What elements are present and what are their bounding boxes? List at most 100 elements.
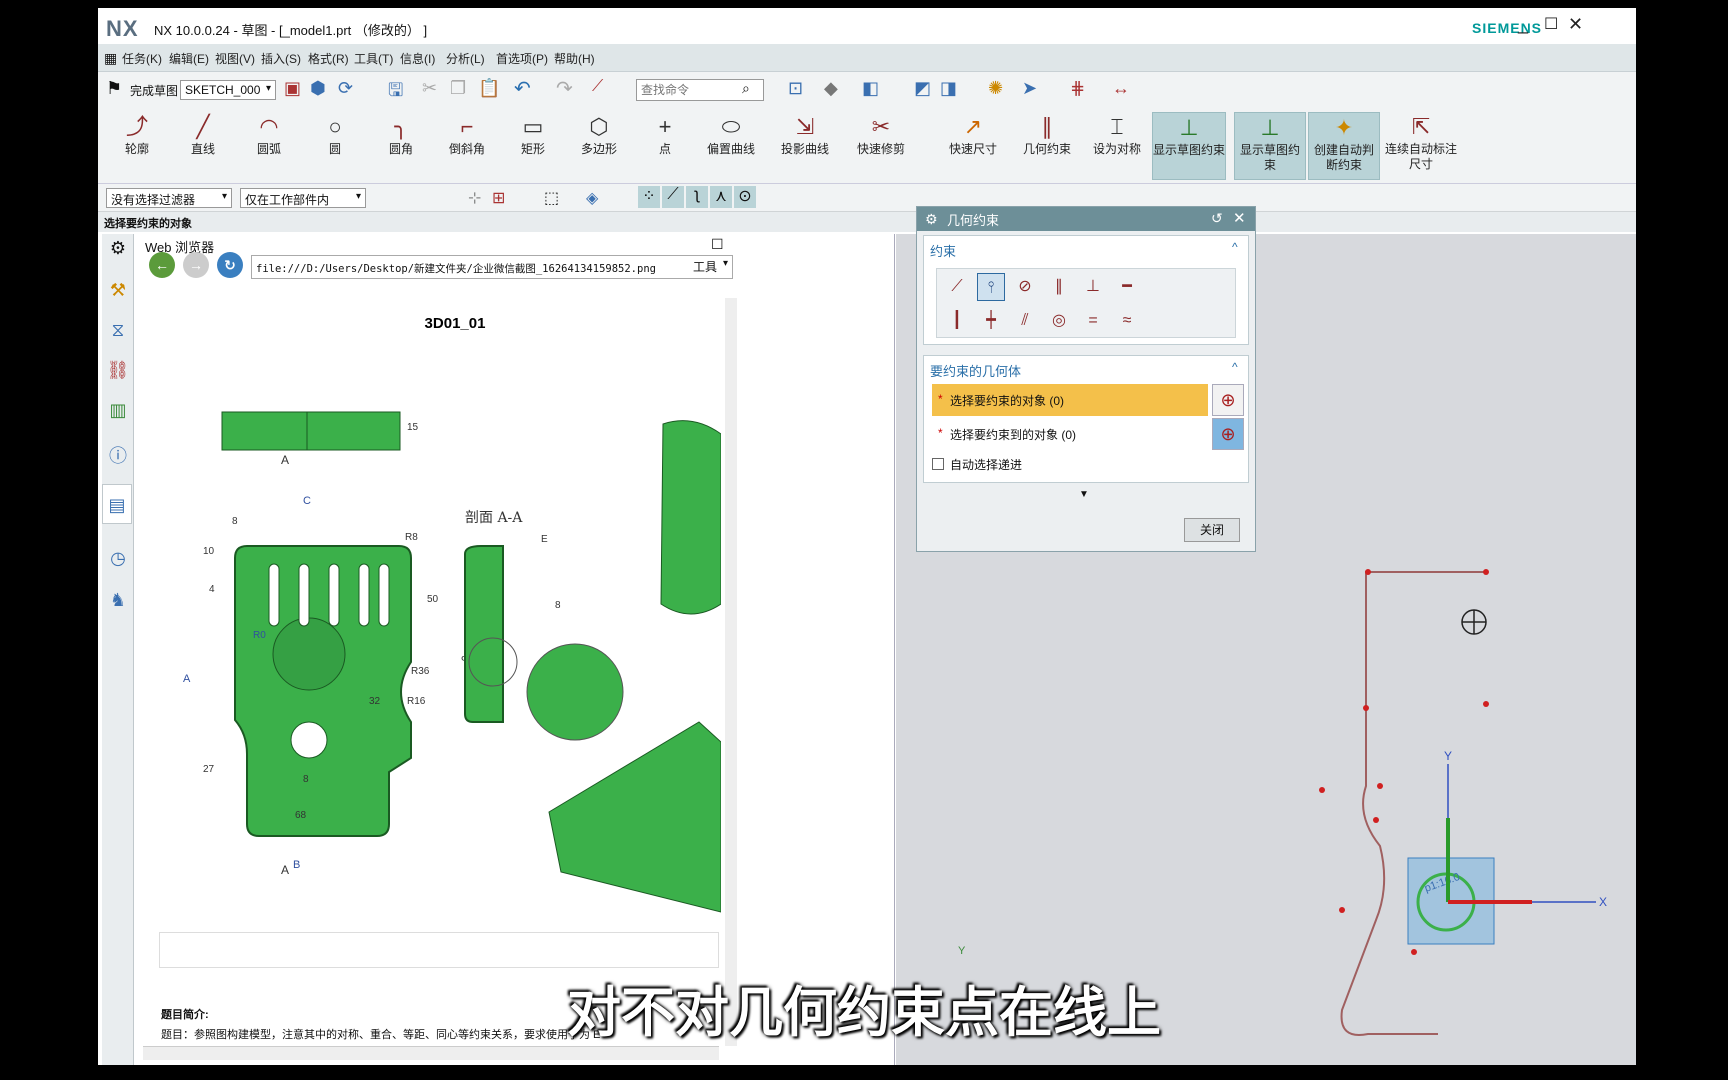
- make-symmetric-button[interactable]: ⌶ 设为对称: [1082, 112, 1152, 180]
- point-on-curve-constraint-icon[interactable]: ⫯: [977, 273, 1005, 301]
- intersection-icon[interactable]: ⋏: [710, 186, 732, 208]
- menu-tools[interactable]: 工具(T): [354, 50, 393, 67]
- geometry-section-header[interactable]: 要约束的几何体: [924, 356, 1248, 385]
- section-view-icon[interactable]: ◩: [914, 78, 931, 99]
- menu-view[interactable]: 视图(V): [215, 50, 255, 67]
- menu-edit[interactable]: 编辑(E): [169, 50, 209, 67]
- dialog-reset-icon[interactable]: ↺: [1211, 210, 1223, 227]
- expand-more-icon[interactable]: ▼: [1079, 489, 1089, 500]
- line-button[interactable]: ╱ 直线: [168, 112, 238, 180]
- forward-button[interactable]: →: [183, 252, 209, 278]
- collapse-constraint-icon[interactable]: ^: [1232, 240, 1238, 254]
- select-target-crosshair-icon[interactable]: ⊕: [1212, 418, 1244, 450]
- web-browser-icon[interactable]: ▤: [102, 484, 132, 524]
- concentric-constraint-icon[interactable]: ◎: [1045, 307, 1073, 335]
- geometric-constraint-button[interactable]: ∥ 几何约束: [1012, 112, 1082, 180]
- select-target-row[interactable]: * 选择要约束到的对象 (0): [932, 418, 1208, 450]
- sketch-name-select[interactable]: SKETCH_000: [180, 80, 276, 100]
- fit-view-icon[interactable]: ⊡: [788, 78, 803, 99]
- search-icon[interactable]: ⌕: [742, 80, 750, 97]
- minimize-button[interactable]: _: [1518, 14, 1528, 35]
- dialog-close-button[interactable]: 关闭: [1184, 518, 1240, 542]
- measure-icon[interactable]: ↔: [1112, 78, 1130, 99]
- chamfer-button[interactable]: ⌐ 倒斜角: [432, 112, 502, 180]
- selection-scope-select[interactable]: 仅在工作部件内: [240, 188, 366, 208]
- tangent-constraint-icon[interactable]: ⊘: [1011, 273, 1039, 301]
- history-icon[interactable]: ◷: [106, 546, 130, 570]
- update-icon[interactable]: ⟳: [338, 78, 353, 99]
- menu-analysis[interactable]: 分析(L): [446, 50, 485, 67]
- circle-button[interactable]: ○ 圆: [300, 112, 370, 180]
- rapid-dimension-button[interactable]: ↗ 快速尺寸: [938, 112, 1008, 180]
- collinear-constraint-icon[interactable]: ⫽: [1011, 307, 1039, 335]
- perpendicular-constraint-icon[interactable]: ⊥: [1079, 273, 1107, 301]
- equal-length-constraint-icon[interactable]: =: [1079, 307, 1107, 335]
- save-icon[interactable]: 🖫: [388, 78, 403, 108]
- reuse-library-icon[interactable]: ▥: [106, 398, 130, 422]
- undo-icon[interactable]: ↶: [514, 76, 531, 101]
- profile-button[interactable]: ⤴ 轮廓: [102, 112, 172, 180]
- fillet-button[interactable]: ╮ 圆角: [366, 112, 436, 180]
- menu-help[interactable]: 帮助(H): [554, 50, 595, 67]
- finish-sketch-flag-icon[interactable]: ⚑: [106, 78, 122, 99]
- create-inferred-constraints-button[interactable]: ✦ 创建自动判断约束: [1308, 112, 1380, 180]
- refresh-button[interactable]: ↻: [217, 252, 243, 278]
- menu-task[interactable]: 任务(K): [122, 50, 162, 67]
- redo-icon[interactable]: ↷: [556, 76, 573, 101]
- coincident-constraint-icon[interactable]: ⟋: [943, 273, 971, 301]
- select-object-crosshair-icon[interactable]: ⊕: [1212, 384, 1244, 416]
- snap-icon[interactable]: ✺: [988, 78, 1003, 99]
- quick-trim-button[interactable]: ✂ 快速修剪: [846, 112, 916, 180]
- project-curve-button[interactable]: ⇲ 投影曲线: [770, 112, 840, 180]
- view-select-icon[interactable]: ◈: [586, 188, 598, 208]
- tangent-icon[interactable]: ʅ: [686, 186, 708, 208]
- show-sketch-constraints-button[interactable]: ⊥ 显示草图约束: [1152, 112, 1226, 180]
- part-navigator-icon[interactable]: ⚒: [106, 278, 130, 302]
- menu-insert[interactable]: 插入(S): [261, 50, 301, 67]
- equal-radius-constraint-icon[interactable]: ≈: [1113, 307, 1141, 335]
- copy-icon[interactable]: ❐: [450, 78, 466, 99]
- vertical-constraint-icon[interactable]: ┃: [943, 307, 971, 335]
- sketch-icon[interactable]: ▣: [284, 78, 301, 99]
- info-icon[interactable]: ⓘ: [106, 444, 130, 468]
- endpoint-icon[interactable]: ⁘: [638, 186, 660, 208]
- view-orient-icon[interactable]: ◧: [862, 78, 879, 99]
- rectangle-button[interactable]: ▭ 矩形: [498, 112, 568, 180]
- collapse-geometry-icon[interactable]: ^: [1232, 360, 1238, 374]
- point-button[interactable]: + 点: [630, 112, 700, 180]
- menu-icon[interactable]: ▦: [104, 50, 117, 67]
- assembly-navigator-icon[interactable]: ⧖: [106, 318, 130, 342]
- continuous-auto-dimension-button[interactable]: ⇱ 连续自动标注尺寸: [1384, 112, 1458, 180]
- cut-icon[interactable]: ✂: [422, 78, 437, 99]
- constraint-navigator-icon[interactable]: ⛓: [106, 358, 130, 382]
- paste-icon[interactable]: 📋: [478, 78, 500, 99]
- menu-preferences[interactable]: 首选项(P): [496, 50, 548, 67]
- render-style-icon[interactable]: ◆: [824, 78, 838, 99]
- show-sketch-constraints-2-button[interactable]: ⊥ 显示草图约束: [1234, 112, 1306, 180]
- panel-maximize-icon[interactable]: ☐: [711, 236, 724, 253]
- snap-point-icon[interactable]: ⊹: [468, 188, 481, 208]
- auto-advance-checkbox[interactable]: [932, 458, 944, 470]
- dialog-gear-icon[interactable]: ⚙: [925, 211, 938, 228]
- curve-icon[interactable]: ⟋: [662, 186, 684, 208]
- selection-mode-icon[interactable]: ⊞: [492, 188, 505, 208]
- maximize-button[interactable]: ☐: [1544, 14, 1558, 34]
- address-bar[interactable]: file:///D:/Users/Desktop/新建文件夹/企业微信截图_16…: [251, 255, 733, 279]
- midpoint-constraint-icon[interactable]: ┿: [977, 307, 1005, 335]
- rectangle-select-icon[interactable]: ⬚: [544, 188, 559, 208]
- dialog-close-icon[interactable]: ✕: [1233, 209, 1246, 227]
- close-window-button[interactable]: ✕: [1568, 14, 1583, 35]
- select-icon[interactable]: ➤: [1022, 78, 1037, 99]
- constraint-section-header[interactable]: 约束: [924, 236, 1248, 265]
- vertical-scrollbar[interactable]: [725, 298, 737, 1046]
- horizontal-scrollbar[interactable]: [143, 1046, 719, 1060]
- polygon-button[interactable]: ⬡ 多边形: [564, 112, 634, 180]
- finish-sketch-button[interactable]: 完成草图: [130, 82, 178, 99]
- roles-icon[interactable]: ♞: [106, 588, 130, 612]
- arc-button[interactable]: ◠ 圆弧: [234, 112, 304, 180]
- arc-center-icon[interactable]: ⊙: [734, 186, 756, 208]
- grid-icon[interactable]: ⋕: [1070, 78, 1085, 99]
- layer-icon[interactable]: ◨: [940, 78, 957, 99]
- constraint-tool-icon[interactable]: ⟋: [592, 78, 603, 96]
- tools-dropdown-icon[interactable]: ▾: [723, 258, 728, 269]
